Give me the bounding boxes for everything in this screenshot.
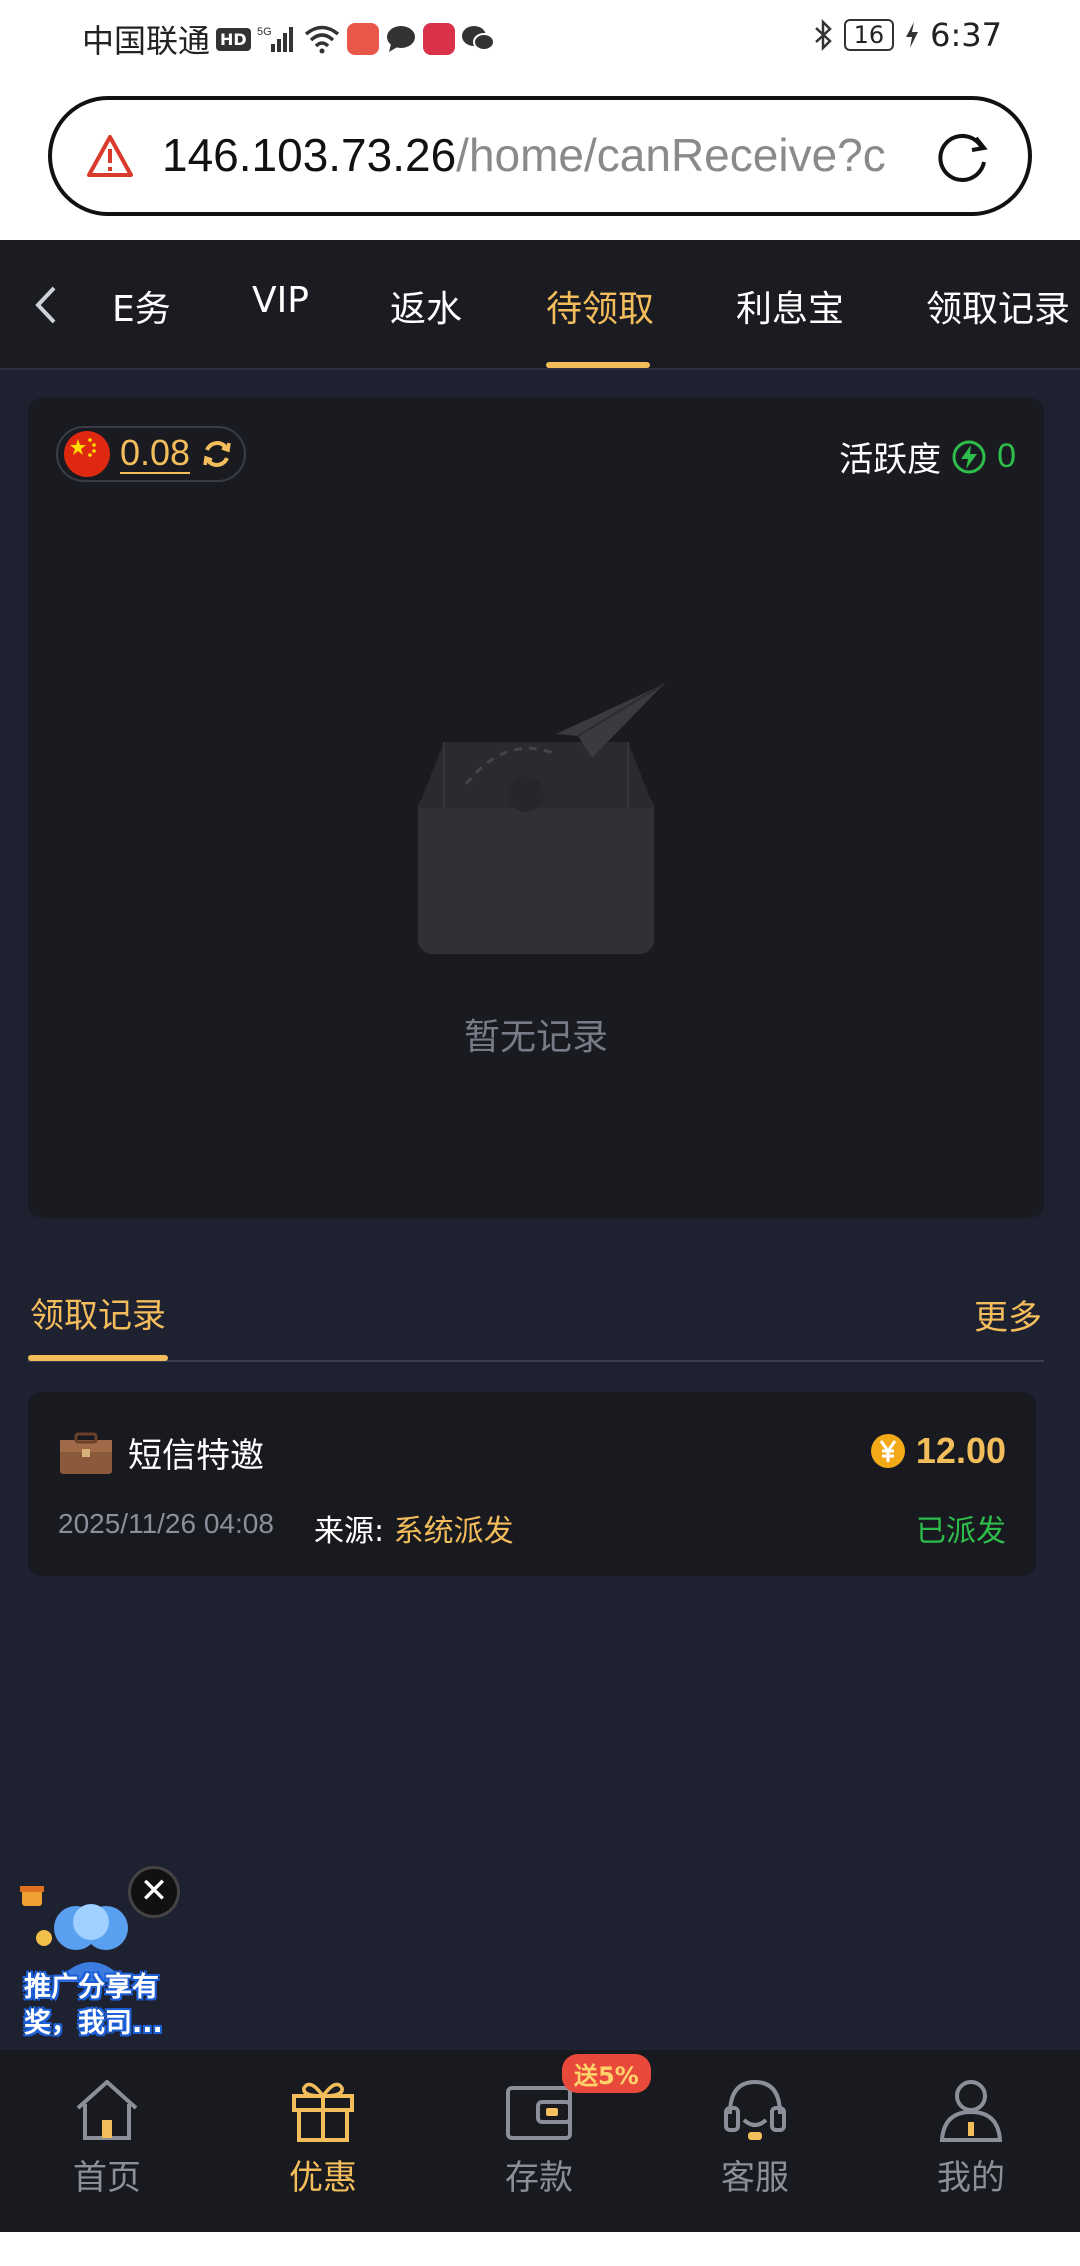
browser-toolbar: 146.103.73.26/home/canReceive?c: [0, 78, 1080, 240]
record-amount-value: 12.00: [915, 1430, 1006, 1471]
clock: 6:37: [930, 16, 1002, 54]
record-amount: 12.00: [870, 1430, 1006, 1472]
tab-vip[interactable]: VIP: [252, 280, 309, 321]
bottom-navigation: 首页 优惠 存款 客服 我的: [0, 2050, 1080, 2232]
wechat-icon: [461, 24, 495, 54]
warning-icon[interactable]: [86, 134, 134, 178]
address-bar[interactable]: 146.103.73.26/home/canReceive?c: [48, 96, 1032, 216]
url-host: 146.103.73.26: [162, 129, 457, 181]
message-icon: [385, 24, 417, 54]
active-tab-indicator: [546, 362, 650, 368]
tab-to-claim[interactable]: 待领取: [546, 280, 654, 332]
activity-score: 活跃度 0: [839, 432, 1016, 481]
balance-pill: 0.08: [56, 426, 247, 482]
promo-text[interactable]: 推广分享有奖，我司...: [24, 1970, 194, 2042]
nav-support-label: 客服: [721, 2158, 789, 2198]
status-bar: 中国联通 HD 5G 16 6:37: [0, 0, 1080, 78]
briefcase-icon: [60, 1432, 112, 1474]
chevron-left-icon[interactable]: [26, 280, 66, 330]
nav-profile-label: 我的: [937, 2158, 1005, 2198]
record-source-label: 来源:: [314, 1514, 385, 1549]
svg-text:5G: 5G: [257, 26, 272, 38]
url-path: /home/canReceive?c: [456, 129, 886, 181]
yen-coin-icon: [870, 1434, 905, 1468]
activity-label: 活跃度: [839, 440, 942, 480]
record-title: 短信特邀: [128, 1436, 264, 1476]
wifi-icon: [303, 24, 341, 54]
gift-icon: [292, 2082, 354, 2142]
user-icon: [939, 2080, 1003, 2142]
nav-home-label: 首页: [73, 2158, 141, 2198]
url-text[interactable]: 146.103.73.26/home/canReceive?c: [162, 128, 942, 182]
china-flag-icon: [64, 431, 110, 477]
reader-app-icon: [422, 23, 455, 55]
record-date: 2025/11/26 04:08: [58, 1508, 274, 1539]
balance-amount: 0.08: [120, 432, 191, 474]
section-divider: [28, 1360, 1044, 1362]
battery-icon: 16: [843, 19, 895, 51]
nav-deposit-label: 存款: [505, 2158, 573, 2198]
charging-icon: [904, 21, 920, 49]
carrier-label: 中国联通: [82, 22, 211, 60]
activity-value: 0: [997, 437, 1016, 475]
nav-profile[interactable]: 我的: [896, 2074, 1046, 2199]
tab-claim-history[interactable]: 领取记录: [926, 280, 1070, 332]
refresh-icon[interactable]: [200, 437, 234, 471]
record-status: 已派发: [916, 1514, 1006, 1549]
nav-home[interactable]: 首页: [32, 2074, 182, 2199]
record-source-value: 系统派发: [393, 1514, 514, 1549]
records-tab-indicator: [28, 1355, 168, 1361]
empty-box-icon: [418, 684, 665, 954]
nav-promotions[interactable]: 优惠: [248, 2074, 398, 2199]
huawei-app-icon: [346, 23, 379, 55]
tab-rebate[interactable]: 返水: [390, 280, 462, 332]
close-icon[interactable]: ✕: [128, 1866, 180, 1918]
deposit-bonus-badge: 送5%: [562, 2054, 651, 2093]
hd-icon: HD: [216, 27, 251, 51]
home-icon: [76, 2080, 138, 2140]
bluetooth-icon: [812, 19, 834, 51]
category-tabs: E务 VIP 返水 待领取 利息宝 领取记录: [0, 240, 1080, 370]
system-gesture-bar: [0, 2232, 1080, 2266]
record-source: 来源: 系统派发: [314, 1506, 514, 1550]
reload-icon[interactable]: [932, 126, 994, 188]
pending-claims-card: 0.08 活跃度 0 暂无记录: [28, 398, 1044, 1218]
records-more-link[interactable]: 更多: [974, 1290, 1042, 1339]
lightning-icon: [952, 440, 986, 473]
headset-icon: [724, 2079, 786, 2140]
signal-icon: 5G: [257, 24, 297, 54]
nav-support[interactable]: 客服: [680, 2074, 830, 2199]
empty-state-text: 暂无记录: [463, 1017, 608, 1058]
tab-interest[interactable]: 利息宝: [736, 280, 844, 332]
referral-promo-widget[interactable]: ✕ 推广分享有奖，我司...: [16, 1866, 186, 2044]
records-section-title[interactable]: 领取记录: [30, 1288, 166, 1337]
nav-promotions-label: 优惠: [289, 2158, 357, 2198]
tab-task[interactable]: E务: [112, 280, 171, 332]
record-item[interactable]: 短信特邀 12.00 2025/11/26 04:08 来源: 系统派发 已派发: [28, 1392, 1036, 1576]
